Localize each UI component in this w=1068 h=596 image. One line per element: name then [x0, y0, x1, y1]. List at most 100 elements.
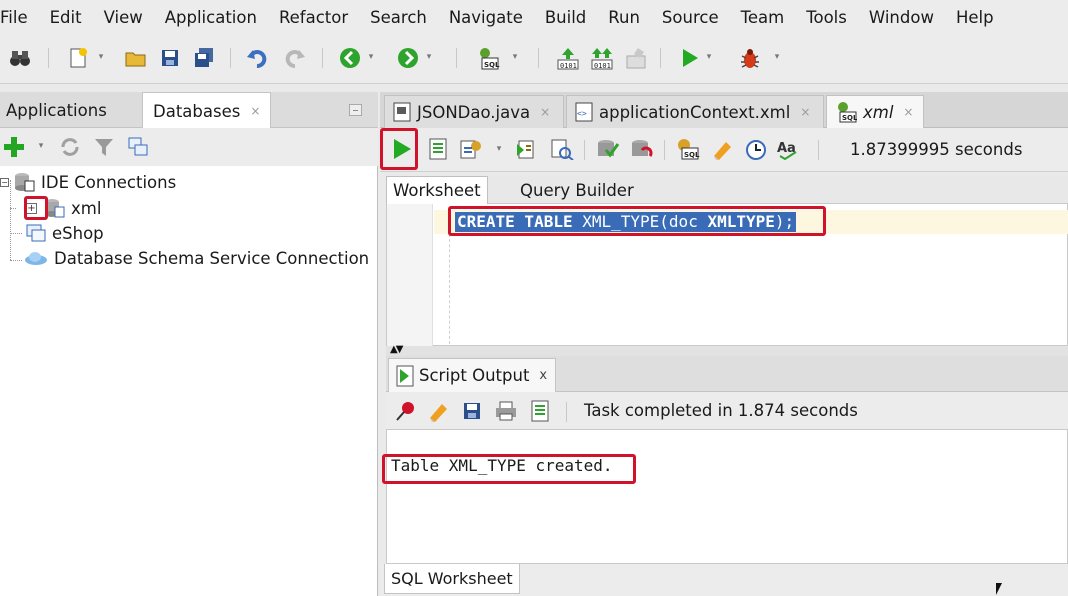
autotrace-icon[interactable] — [460, 136, 484, 162]
run-script-icon[interactable] — [426, 136, 450, 162]
menu-view[interactable]: View — [93, 8, 154, 27]
menu-search[interactable]: Search — [359, 8, 438, 27]
worksheet-subtabs: Worksheet Query Builder — [386, 176, 1068, 204]
menu-source[interactable]: Source — [651, 8, 730, 27]
refresh-icon[interactable] — [58, 134, 82, 160]
close-tab-icon[interactable]: × — [250, 104, 260, 118]
menu-file[interactable]: File — [0, 8, 39, 27]
binoculars-icon[interactable] — [8, 45, 32, 71]
minimize-panel-icon[interactable] — [349, 104, 362, 116]
task-status: Task completed in 1.874 seconds — [584, 401, 858, 420]
tab-script-output[interactable]: Script Output x — [388, 358, 557, 392]
menu-tools[interactable]: Tools — [795, 8, 858, 27]
sql-statement[interactable]: CREATE TABLE XML_TYPE(doc XMLTYPE); — [455, 212, 797, 232]
menu-build[interactable]: Build — [534, 8, 597, 27]
menu-navigate[interactable]: Navigate — [438, 8, 534, 27]
save-icon[interactable] — [158, 45, 182, 71]
svg-text:0101: 0101 — [594, 62, 611, 70]
back-icon[interactable] — [338, 45, 362, 71]
format-case-icon[interactable]: Aa — [776, 136, 800, 162]
add-dropdown-icon[interactable]: ▾ — [36, 140, 46, 152]
debug-dropdown-icon[interactable]: ▾ — [772, 51, 782, 63]
main-toolbar: ▾ ▾ ▾ SQL ▾ 0101 0101 ▾ ▾ — [0, 34, 1068, 84]
forward-dropdown-icon[interactable]: ▾ — [424, 51, 434, 63]
run-icon[interactable] — [678, 45, 702, 71]
new-file-icon[interactable] — [66, 45, 90, 71]
java-file-icon — [393, 102, 411, 122]
svg-text:SQL: SQL — [684, 151, 700, 159]
menu-window[interactable]: Window — [858, 8, 945, 27]
cloud-icon — [24, 250, 48, 266]
close-tab-icon[interactable]: × — [540, 105, 550, 119]
open-script-icon[interactable] — [528, 398, 552, 424]
left-panel-tabs: Applications Databases × — [0, 92, 378, 129]
rebuild-icon[interactable]: 0101 — [590, 45, 614, 71]
close-tab-icon[interactable]: × — [800, 105, 810, 119]
output-tabs: Script Output x — [386, 356, 1068, 392]
menu-edit[interactable]: Edit — [39, 8, 93, 27]
autotrace-dropdown-icon[interactable]: ▾ — [494, 143, 504, 155]
script-output-panel[interactable]: Table XML_TYPE created. — [386, 430, 1068, 564]
close-tab-icon[interactable]: x — [539, 368, 547, 383]
history-icon[interactable] — [744, 136, 768, 162]
sql-worksheet-icon: SQL — [835, 101, 857, 123]
sql-dropdown-icon[interactable]: ▾ — [510, 51, 520, 63]
clear-eraser-icon[interactable] — [710, 136, 734, 162]
tree-label: IDE Connections — [41, 172, 177, 192]
commit-icon[interactable] — [596, 136, 620, 162]
editor-tabs: JSONDao.java × <> applicationContext.xml… — [380, 92, 1068, 128]
svg-text:0101: 0101 — [560, 62, 577, 70]
filter-icon[interactable] — [92, 134, 116, 160]
redo-icon[interactable] — [282, 45, 306, 71]
schema-browser-icon[interactable] — [126, 134, 150, 160]
menu-help[interactable]: Help — [945, 8, 1005, 27]
run-dropdown-icon[interactable]: ▾ — [704, 51, 714, 63]
databases-toolbar: ▾ — [0, 128, 378, 166]
tree-label: xml — [71, 198, 102, 218]
explain-icon[interactable] — [550, 136, 574, 162]
tab-databases[interactable]: Databases × — [142, 92, 272, 129]
menu-application[interactable]: Application — [154, 8, 268, 27]
build-icon[interactable]: 0101 — [556, 45, 580, 71]
menu-run[interactable]: Run — [597, 8, 651, 27]
new-dropdown-icon[interactable]: ▾ — [96, 51, 106, 63]
menu-refactor[interactable]: Refactor — [268, 8, 359, 27]
tree-root-ide-connections[interactable]: − IDE Connections — [0, 170, 176, 194]
close-tab-icon[interactable]: × — [903, 105, 913, 119]
sql-editor[interactable]: CREATE TABLE XML_TYPE(doc XMLTYPE); — [386, 204, 1068, 346]
add-connection-icon[interactable] — [2, 134, 26, 160]
line-gutter — [387, 204, 433, 346]
run-statement-icon[interactable] — [390, 136, 414, 162]
open-folder-icon[interactable] — [124, 45, 148, 71]
clear-output-icon[interactable] — [426, 398, 450, 424]
back-dropdown-icon[interactable]: ▾ — [366, 51, 376, 63]
forward-icon[interactable] — [396, 45, 420, 71]
pin-icon[interactable] — [394, 398, 418, 424]
save-all-icon[interactable] — [192, 45, 216, 71]
save-output-icon[interactable] — [460, 398, 484, 424]
tab-application-context[interactable]: <> applicationContext.xml × — [566, 95, 824, 128]
sql-worksheet-icon[interactable]: SQL — [476, 45, 500, 71]
split-divider[interactable]: ▲▼ — [386, 344, 1068, 356]
split-arrows-icon[interactable]: ▲▼ — [390, 344, 403, 355]
debug-icon[interactable] — [738, 45, 762, 71]
tree-item-eshop[interactable]: eShop — [26, 221, 104, 245]
tab-xml[interactable]: SQL xml × — [826, 95, 924, 128]
undo-icon[interactable] — [246, 45, 270, 71]
tab-worksheet[interactable]: Worksheet — [386, 176, 488, 204]
clean-icon[interactable] — [624, 45, 648, 71]
worksheet-toolbar: ▾ SQL Aa 1.87399995 seconds — [380, 128, 1068, 172]
tree-item-xml[interactable]: + xml — [26, 196, 101, 220]
explain-plan-icon[interactable] — [516, 136, 540, 162]
tab-applications[interactable]: Applications — [6, 92, 107, 128]
sql-tuning-icon[interactable]: SQL — [676, 136, 700, 162]
menu-team[interactable]: Team — [730, 8, 796, 27]
tab-query-builder[interactable]: Query Builder — [514, 176, 640, 204]
print-icon[interactable] — [494, 398, 518, 424]
rollback-icon[interactable] — [630, 136, 654, 162]
tab-jsondao[interactable]: JSONDao.java × — [384, 95, 564, 128]
collapse-icon[interactable]: − — [0, 177, 9, 187]
tab-sql-worksheet[interactable]: SQL Worksheet — [384, 564, 520, 594]
tree-item-schema-service[interactable]: Database Schema Service Connection — [24, 246, 369, 270]
expand-icon[interactable]: + — [26, 202, 37, 214]
